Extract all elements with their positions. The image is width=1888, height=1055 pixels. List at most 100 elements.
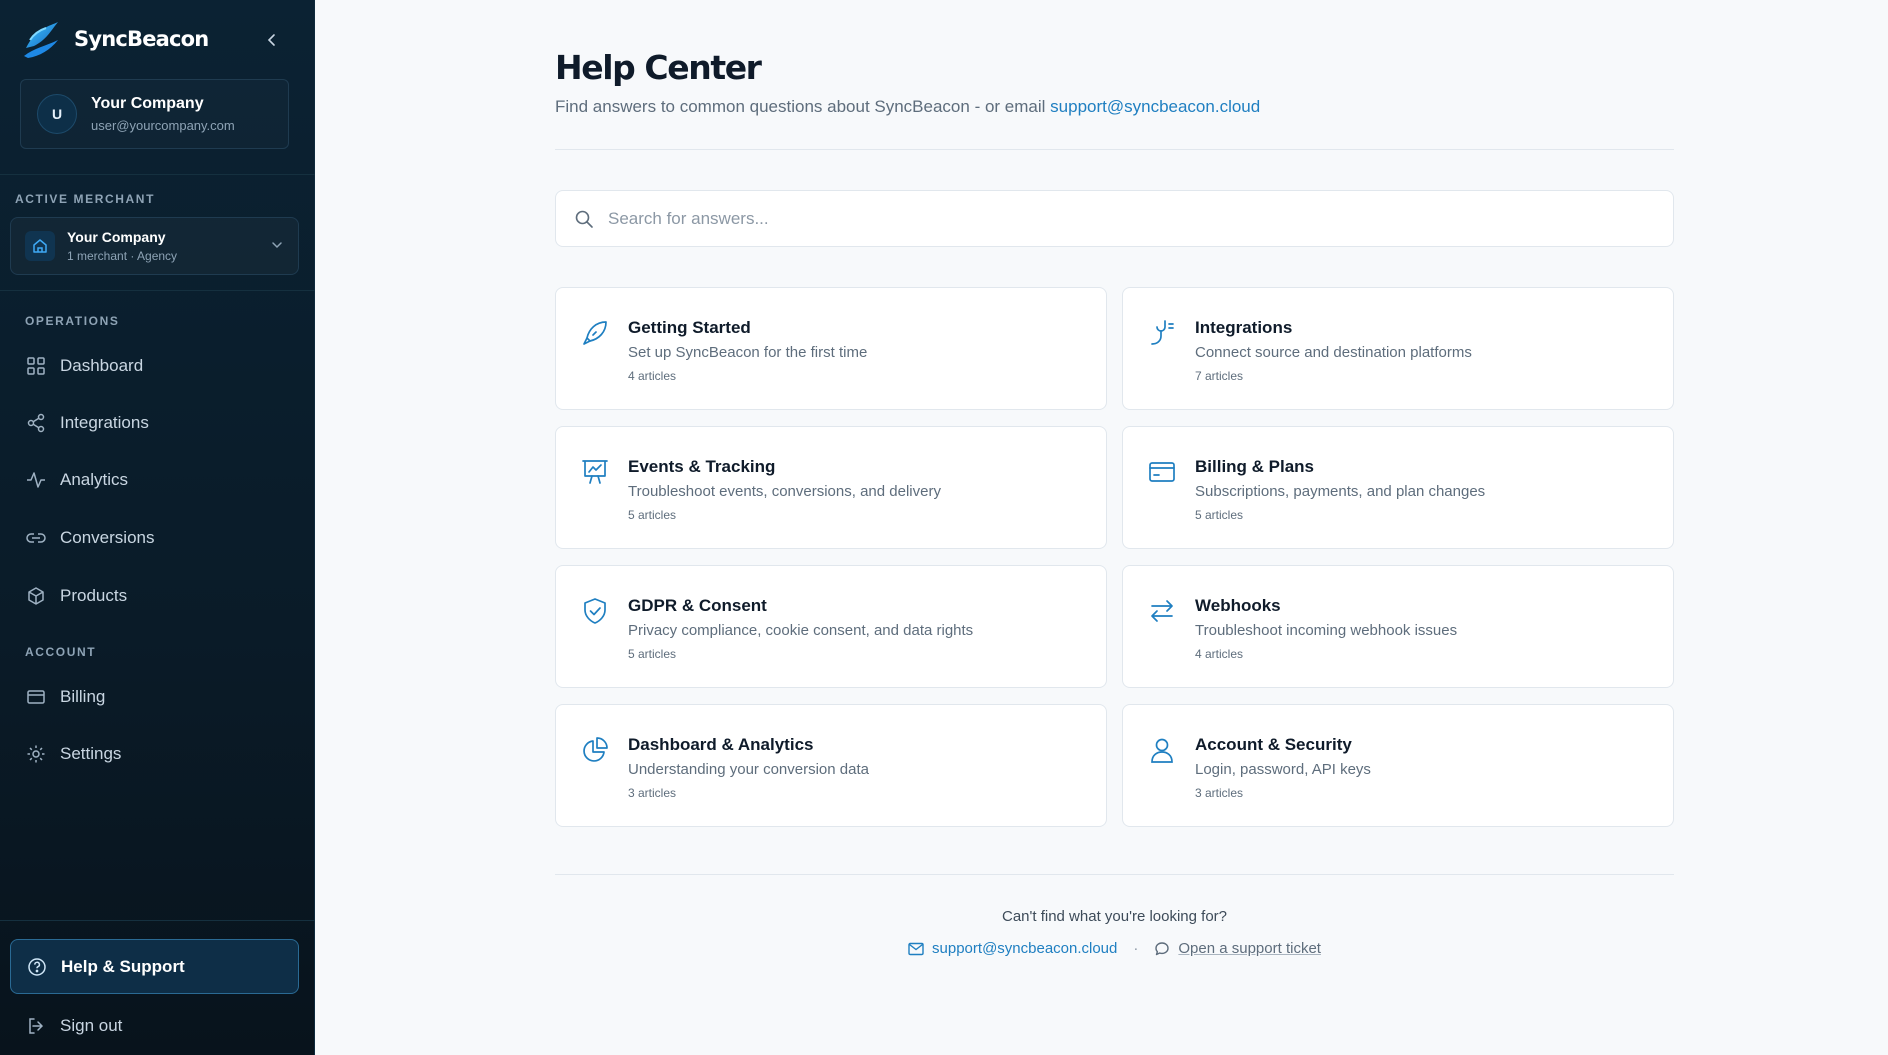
category-grid: Getting Started Set up SyncBeacon for th… [555, 287, 1674, 827]
card-title: Integrations [1195, 318, 1293, 337]
search-box[interactable] [555, 190, 1674, 247]
card-title: Billing & Plans [1195, 457, 1315, 476]
home-icon [25, 231, 55, 261]
category-card-account-security[interactable]: Account & Security Login, password, API … [1122, 704, 1674, 827]
chevron-left-icon [267, 34, 275, 46]
account-label: ACCOUNT [25, 645, 97, 659]
page-title: Help Center [555, 48, 762, 87]
card-article-count: 5 articles [1195, 508, 1244, 522]
sidebar-item-integrations[interactable]: Integrations [10, 401, 299, 445]
card-description: Troubleshoot events, conversions, and de… [628, 483, 941, 500]
card-article-count: 3 articles [628, 786, 677, 800]
card-description: Connect source and destination platforms [1195, 344, 1472, 361]
card-article-count: 4 articles [1195, 647, 1244, 661]
category-card-billing-plans[interactable]: Billing & Plans Subscriptions, payments,… [1122, 426, 1674, 549]
sidebar-item-label: Billing [60, 687, 106, 706]
card-article-count: 7 articles [1195, 369, 1244, 383]
sidebar-item-analytics[interactable]: Analytics [10, 458, 299, 502]
sidebar-item-help-support[interactable]: Help & Support [10, 939, 299, 994]
collapse-sidebar-button[interactable] [260, 28, 284, 52]
sidebar-item-label: Dashboard [60, 356, 144, 375]
user-icon [1151, 738, 1173, 763]
share-icon [27, 413, 45, 433]
card-title: Getting Started [628, 318, 751, 337]
user-card[interactable]: U Your Company user@yourcompany.com [20, 79, 289, 149]
syncbeacon-logo-icon [24, 22, 58, 58]
sidebar-item-label: Sign out [60, 1016, 123, 1035]
card-description: Privacy compliance, cookie consent, and … [628, 622, 974, 639]
sidebar-item-label: Analytics [60, 470, 129, 489]
arrows-exchange-icon [1151, 600, 1173, 622]
card-description: Subscriptions, payments, and plan change… [1195, 483, 1486, 500]
rocket-icon [583, 321, 607, 345]
card-description: Login, password, API keys [1195, 761, 1371, 778]
footer-links: support@syncbeacon.cloud · Open a suppor… [555, 940, 1674, 957]
user-name: Your Company [91, 95, 204, 112]
credit-card-icon [27, 690, 45, 704]
presentation-chart-icon [582, 460, 608, 484]
activity-icon [27, 472, 45, 488]
user-email: user@yourcompany.com [91, 118, 235, 133]
card-title: Webhooks [1195, 596, 1281, 615]
card-title: Events & Tracking [628, 457, 776, 476]
subtitle-text: Find answers to common questions about S… [555, 97, 1046, 116]
category-card-getting-started[interactable]: Getting Started Set up SyncBeacon for th… [555, 287, 1107, 410]
gear-icon [27, 745, 45, 763]
message-circle-icon [1155, 941, 1170, 955]
search-icon [575, 210, 593, 228]
sidebar-item-products[interactable]: Products [10, 574, 299, 618]
footer-email-text: support@syncbeacon.cloud [932, 940, 1118, 957]
help-circle-icon [28, 957, 46, 976]
divider [0, 920, 315, 921]
search-input[interactable] [608, 208, 1608, 229]
card-title: Dashboard & Analytics [628, 735, 814, 754]
open-ticket-link[interactable]: Open a support ticket [1154, 940, 1321, 957]
footer-question: Can't find what you're looking for? [1001, 908, 1228, 925]
shield-check-icon [584, 598, 606, 624]
card-article-count: 5 articles [628, 508, 677, 522]
sign-out-button[interactable]: Sign out [10, 1004, 299, 1048]
category-card-integrations[interactable]: Integrations Connect source and destinat… [1122, 287, 1674, 410]
sidebar-item-label: Settings [60, 744, 122, 763]
divider [555, 874, 1674, 875]
sidebar-item-conversions[interactable]: Conversions [10, 516, 299, 560]
mail-icon [908, 942, 924, 955]
main-content: Help Center Find answers to common quest… [315, 0, 1888, 1055]
link-icon [26, 533, 46, 543]
category-card-dashboard-analytics[interactable]: Dashboard & Analytics Understanding your… [555, 704, 1107, 827]
avatar: U [37, 94, 77, 134]
merchant-name: Your Company [67, 229, 166, 245]
sidebar: SyncBeacon U Your Company user@yourcompa… [0, 0, 315, 1055]
divider [555, 149, 1674, 150]
brand[interactable]: SyncBeacon [20, 18, 209, 60]
sidebar-item-label: Help & Support [61, 956, 185, 976]
divider [0, 290, 315, 291]
open-ticket-text: Open a support ticket [1178, 940, 1321, 957]
merchant-meta: 1 merchant · Agency [67, 249, 178, 263]
sidebar-item-dashboard[interactable]: Dashboard [10, 344, 299, 388]
sidebar-item-label: Conversions [60, 528, 155, 547]
card-article-count: 5 articles [628, 647, 677, 661]
operations-label: OPERATIONS [25, 314, 120, 328]
card-article-count: 3 articles [1195, 786, 1244, 800]
sidebar-item-settings[interactable]: Settings [10, 732, 299, 776]
support-email-link[interactable]: support@syncbeacon.cloud [1050, 97, 1260, 116]
page-subtitle: Find answers to common questions about S… [555, 97, 1260, 117]
brand-name: SyncBeacon [74, 27, 209, 51]
category-card-webhooks[interactable]: Webhooks Troubleshoot incoming webhook i… [1122, 565, 1674, 688]
merchant-selector[interactable]: Your Company 1 merchant · Agency [10, 217, 299, 275]
box-icon [28, 587, 44, 605]
footer-email-link[interactable]: support@syncbeacon.cloud [908, 940, 1117, 957]
sidebar-item-billing[interactable]: Billing [10, 675, 299, 719]
sidebar-item-label: Products [60, 586, 128, 605]
card-title: Account & Security [1195, 735, 1352, 754]
category-card-gdpr-consent[interactable]: GDPR & Consent Privacy compliance, cooki… [555, 565, 1107, 688]
active-merchant-label: ACTIVE MERCHANT [15, 192, 155, 206]
card-description: Set up SyncBeacon for the first time [628, 344, 868, 361]
pie-chart-icon [583, 737, 608, 762]
grid-icon [27, 357, 45, 375]
sidebar-item-label: Integrations [60, 413, 149, 432]
category-card-events-tracking[interactable]: Events & Tracking Troubleshoot events, c… [555, 426, 1107, 549]
divider [0, 174, 315, 175]
card-article-count: 4 articles [628, 369, 677, 383]
